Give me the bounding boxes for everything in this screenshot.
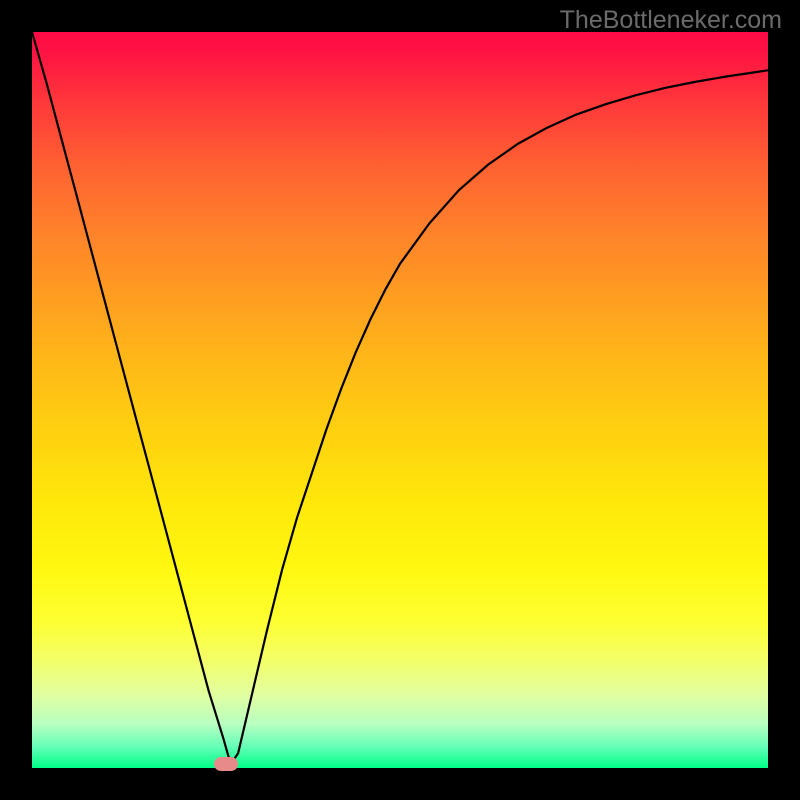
chart-curve	[32, 32, 768, 768]
minimum-marker	[214, 757, 238, 771]
plot-area	[32, 32, 768, 768]
watermark-text: TheBottleneker.com	[560, 6, 782, 35]
